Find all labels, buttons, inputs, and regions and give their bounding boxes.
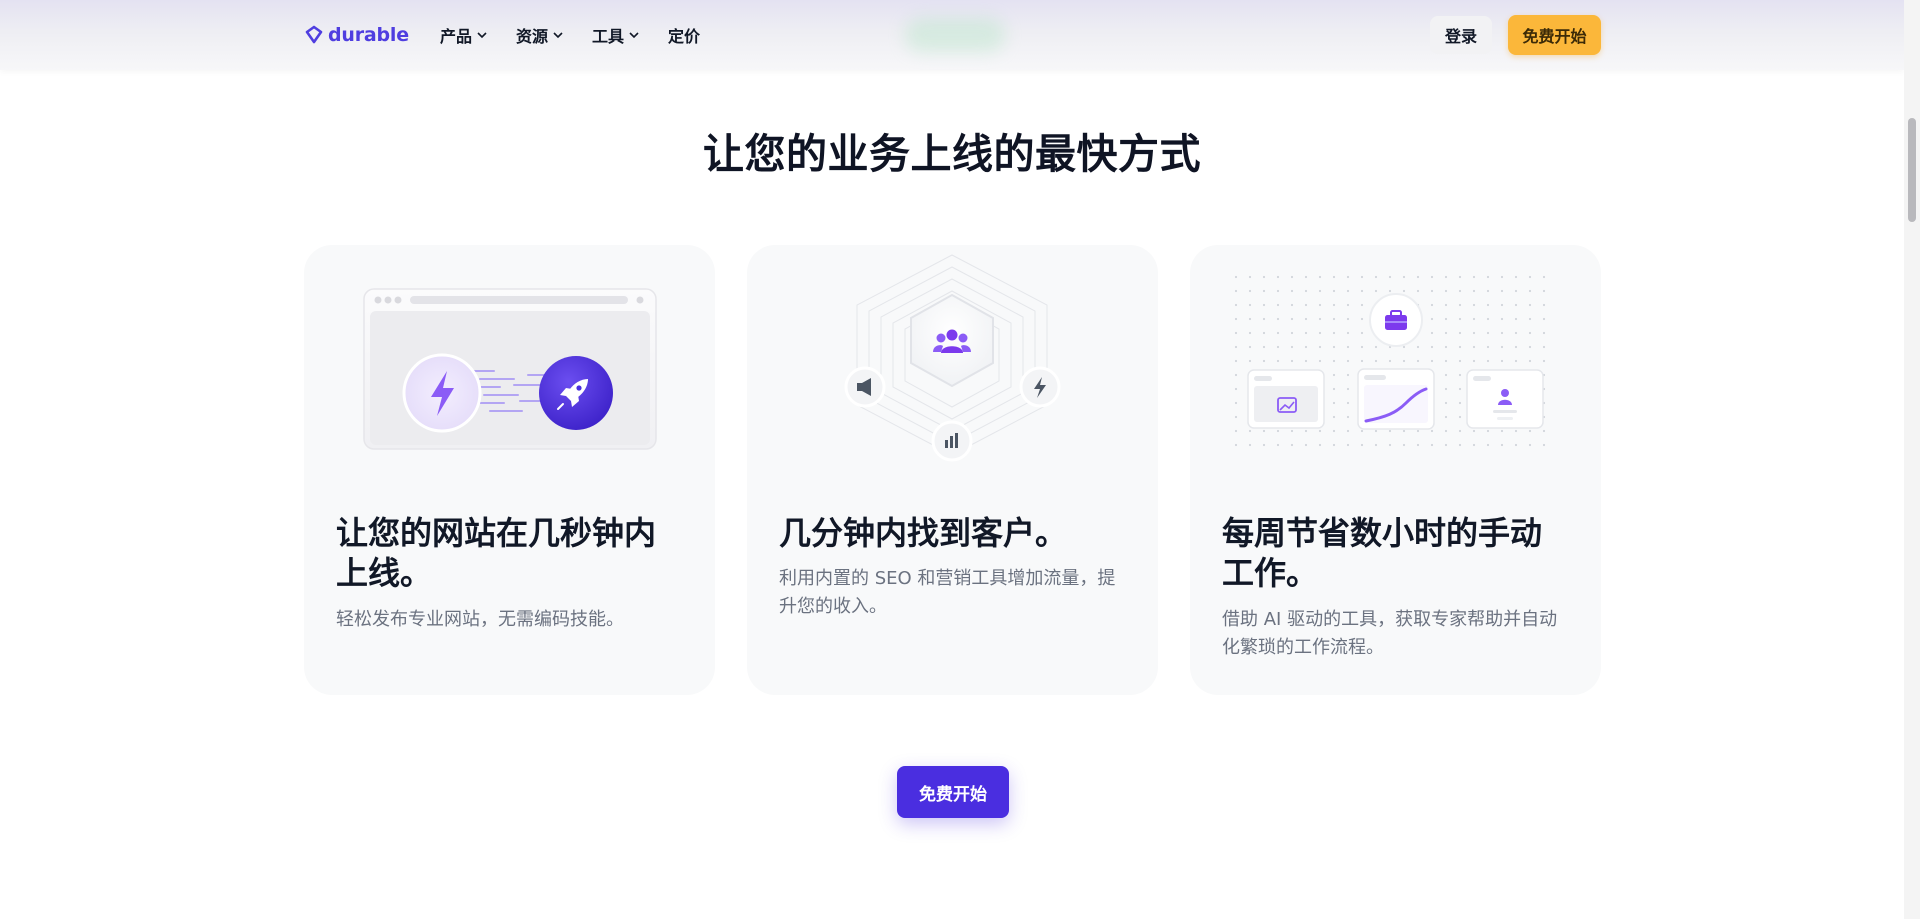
chevron-down-icon [629, 32, 639, 39]
logo-text: durable [328, 24, 409, 46]
image-icon [1247, 369, 1325, 429]
marketing-illustration [844, 254, 1061, 462]
launch-illustration [363, 288, 657, 450]
menu-item-products[interactable]: 产品 [440, 22, 488, 48]
durable-logo[interactable]: durable [304, 22, 409, 48]
rocket-icon [539, 356, 613, 430]
feature-card-automation: 每周节省数小时的手动工作。 借助 AI 驱动的工具，获取专家帮助并自动化繁琐的工… [1190, 245, 1601, 695]
menu-item-resources[interactable]: 资源 [516, 22, 564, 48]
menu-item-label: 定价 [668, 27, 701, 46]
menu-item-label: 资源 [516, 27, 549, 46]
chevron-down-icon [553, 32, 563, 39]
durable-logo-icon [305, 25, 323, 44]
megaphone-icon [844, 366, 886, 408]
lightning-icon [1019, 366, 1061, 408]
free-start-button-top[interactable]: 免费开始 [1508, 15, 1601, 55]
decorative-blur [905, 18, 1005, 52]
feature-card-customers: 几分钟内找到客户。 利用内置的 SEO 和营销工具增加流量，提升您的收入。 [747, 245, 1158, 695]
scrollbar-thumb[interactable] [1908, 118, 1916, 222]
chevron-down-icon [477, 32, 487, 39]
card-title: 每周节省数小时的手动工作。 [1222, 514, 1543, 592]
card-title: 让您的网站在几秒钟内上线。 [336, 514, 657, 592]
menu-item-tools[interactable]: 工具 [592, 22, 640, 48]
card-title: 几分钟内找到客户。 [779, 514, 1068, 552]
lightning-icon [402, 353, 482, 433]
main-menu: 产品 资源 工具 定价 [440, 22, 728, 48]
login-button[interactable]: 登录 [1430, 16, 1492, 54]
menu-item-pricing[interactable]: 定价 [668, 22, 700, 48]
automation-illustration [1234, 275, 1546, 447]
feature-card-launch: 让您的网站在几秒钟内上线。 轻松发布专业网站，无需编码技能。 [304, 245, 715, 695]
bar-chart-icon [931, 420, 973, 462]
curve-chart-icon [1357, 368, 1435, 430]
users-icon [910, 293, 994, 388]
card-description: 利用内置的 SEO 和营销工具增加流量，提升您的收入。 [779, 568, 1116, 617]
menu-item-label: 产品 [440, 27, 473, 46]
section-headline: 让您的业务上线的最快方式 [703, 130, 1201, 178]
free-start-button[interactable]: 免费开始 [897, 766, 1009, 818]
card-description: 轻松发布专业网站，无需编码技能。 [336, 609, 624, 630]
briefcase-icon [1369, 293, 1423, 347]
menu-item-label: 工具 [592, 27, 625, 46]
user-icon [1466, 369, 1544, 429]
top-navbar: durable 产品 资源 工具 定价 登录 免费开始 [0, 0, 1904, 70]
card-description: 借助 AI 驱动的工具，获取专家帮助并自动化繁琐的工作流程。 [1222, 609, 1558, 658]
